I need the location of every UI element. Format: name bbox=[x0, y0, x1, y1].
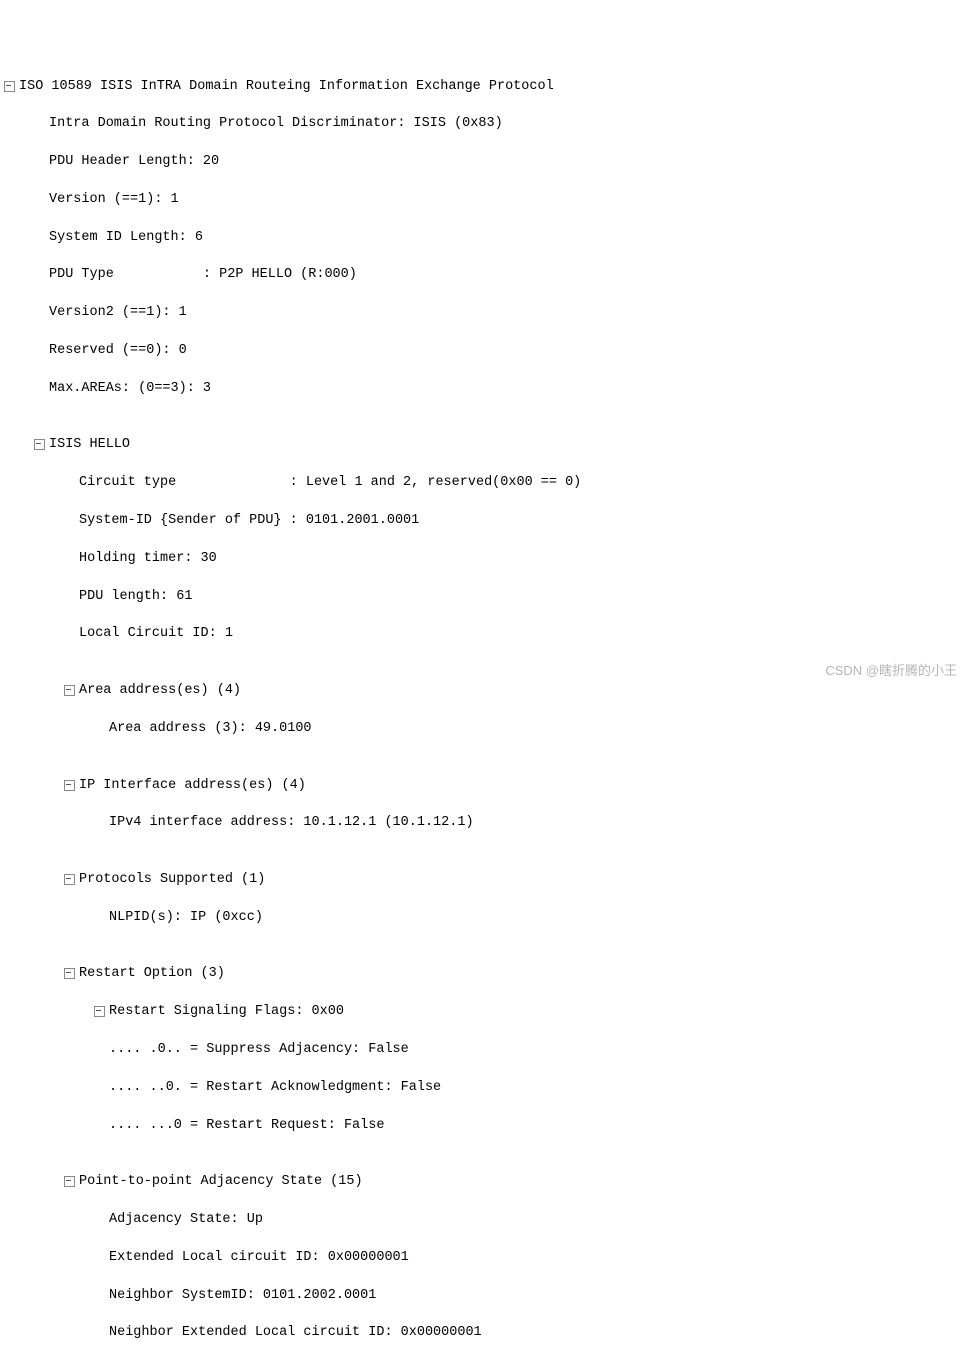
isis-hello-title: ISIS HELLO bbox=[49, 436, 130, 455]
tree-row-field[interactable]: Local Circuit ID: 1 bbox=[4, 625, 965, 644]
restart-option-title: Restart Option (3) bbox=[79, 965, 225, 984]
tree-row-ip-interface[interactable]: IP Interface address(es) (4) bbox=[4, 777, 965, 796]
tree-row-field[interactable]: Neighbor Extended Local circuit ID: 0x00… bbox=[4, 1324, 965, 1343]
restart-flags-title: Restart Signaling Flags: 0x00 bbox=[109, 1003, 344, 1022]
tree-row-p2p-adjacency[interactable]: Point-to-point Adjacency State (15) bbox=[4, 1173, 965, 1192]
field-nlpid: NLPID(s): IP (0xcc) bbox=[109, 909, 263, 928]
collapse-icon[interactable] bbox=[4, 81, 15, 92]
field-circuit-type: Circuit type : Level 1 and 2, reserved(0… bbox=[79, 474, 581, 493]
tree-row-field[interactable]: Holding timer: 30 bbox=[4, 550, 965, 569]
tree-row-field[interactable]: System-ID {Sender of PDU} : 0101.2001.00… bbox=[4, 512, 965, 531]
field-reserved: Reserved (==0): 0 bbox=[49, 342, 187, 361]
tree-row-isis-hello[interactable]: ISIS HELLO bbox=[4, 436, 965, 455]
field-version2: Version2 (==1): 1 bbox=[49, 304, 187, 323]
field-restart-request: .... ...0 = Restart Request: False bbox=[109, 1117, 384, 1136]
field-version: Version (==1): 1 bbox=[49, 191, 179, 210]
field-neighbor-ext-circuit: Neighbor Extended Local circuit ID: 0x00… bbox=[109, 1324, 482, 1343]
collapse-icon[interactable] bbox=[34, 439, 45, 450]
protocol-title: ISO 10589 ISIS InTRA Domain Routeing Inf… bbox=[19, 78, 554, 97]
tree-row-protocol-root[interactable]: ISO 10589 ISIS InTRA Domain Routeing Inf… bbox=[4, 78, 965, 97]
field-pdu-type: PDU Type : P2P HELLO (R:000) bbox=[49, 266, 357, 285]
tree-row-field[interactable]: PDU Header Length: 20 bbox=[4, 153, 965, 172]
field-sender-system-id: System-ID {Sender of PDU} : 0101.2001.00… bbox=[79, 512, 419, 531]
protocols-supported-title: Protocols Supported (1) bbox=[79, 871, 265, 890]
tree-row-field[interactable]: IPv4 interface address: 10.1.12.1 (10.1.… bbox=[4, 814, 965, 833]
field-pdu-header-length: PDU Header Length: 20 bbox=[49, 153, 219, 172]
tree-row-field[interactable]: Circuit type : Level 1 and 2, reserved(0… bbox=[4, 474, 965, 493]
field-neighbor-systemid: Neighbor SystemID: 0101.2002.0001 bbox=[109, 1287, 376, 1306]
collapse-icon[interactable] bbox=[64, 780, 75, 791]
tree-row-field[interactable]: Reserved (==0): 0 bbox=[4, 342, 965, 361]
field-system-id-length: System ID Length: 6 bbox=[49, 229, 203, 248]
field-suppress-adjacency: .... .0.. = Suppress Adjacency: False bbox=[109, 1041, 409, 1060]
field-local-circuit-id: Local Circuit ID: 1 bbox=[79, 625, 233, 644]
area-addresses-title: Area address(es) (4) bbox=[79, 682, 241, 701]
watermark: CSDN @瞎折腾的小王 bbox=[825, 662, 957, 680]
tree-row-field[interactable]: System ID Length: 6 bbox=[4, 229, 965, 248]
tree-row-field[interactable]: NLPID(s): IP (0xcc) bbox=[4, 909, 965, 928]
collapse-icon[interactable] bbox=[64, 968, 75, 979]
tree-row-field[interactable]: .... .0.. = Suppress Adjacency: False bbox=[4, 1041, 965, 1060]
field-ipv4-address: IPv4 interface address: 10.1.12.1 (10.1.… bbox=[109, 814, 474, 833]
collapse-icon[interactable] bbox=[94, 1006, 105, 1017]
tree-row-protocols-supported[interactable]: Protocols Supported (1) bbox=[4, 871, 965, 890]
tree-row-restart-flags[interactable]: Restart Signaling Flags: 0x00 bbox=[4, 1003, 965, 1022]
collapse-icon[interactable] bbox=[64, 874, 75, 885]
tree-row-field[interactable]: PDU length: 61 bbox=[4, 588, 965, 607]
field-pdu-length: PDU length: 61 bbox=[79, 588, 192, 607]
tree-row-field[interactable]: Extended Local circuit ID: 0x00000001 bbox=[4, 1249, 965, 1268]
tree-row-field[interactable]: Area address (3): 49.0100 bbox=[4, 720, 965, 739]
field-discriminator: Intra Domain Routing Protocol Discrimina… bbox=[49, 115, 503, 134]
collapse-icon[interactable] bbox=[64, 685, 75, 696]
tree-row-restart-option[interactable]: Restart Option (3) bbox=[4, 965, 965, 984]
field-restart-ack: .... ..0. = Restart Acknowledgment: Fals… bbox=[109, 1079, 441, 1098]
tree-row-field[interactable]: Intra Domain Routing Protocol Discrimina… bbox=[4, 115, 965, 134]
tree-row-field[interactable]: .... ...0 = Restart Request: False bbox=[4, 1117, 965, 1136]
tree-row-field[interactable]: .... ..0. = Restart Acknowledgment: Fals… bbox=[4, 1079, 965, 1098]
field-holding-timer: Holding timer: 30 bbox=[79, 550, 217, 569]
tree-row-field[interactable]: Max.AREAs: (0==3): 3 bbox=[4, 380, 965, 399]
tree-row-field[interactable]: Version2 (==1): 1 bbox=[4, 304, 965, 323]
ip-interface-title: IP Interface address(es) (4) bbox=[79, 777, 306, 796]
tree-row-field[interactable]: Adjacency State: Up bbox=[4, 1211, 965, 1230]
tree-row-field[interactable]: Neighbor SystemID: 0101.2002.0001 bbox=[4, 1287, 965, 1306]
field-max-areas: Max.AREAs: (0==3): 3 bbox=[49, 380, 211, 399]
tree-row-field[interactable]: PDU Type : P2P HELLO (R:000) bbox=[4, 266, 965, 285]
field-ext-local-circuit: Extended Local circuit ID: 0x00000001 bbox=[109, 1249, 409, 1268]
tree-row-area-addresses[interactable]: Area address(es) (4) bbox=[4, 682, 965, 701]
field-adjacency-state: Adjacency State: Up bbox=[109, 1211, 263, 1230]
collapse-icon[interactable] bbox=[64, 1176, 75, 1187]
tree-row-field[interactable]: Version (==1): 1 bbox=[4, 191, 965, 210]
p2p-adjacency-title: Point-to-point Adjacency State (15) bbox=[79, 1173, 363, 1192]
field-area-address: Area address (3): 49.0100 bbox=[109, 720, 312, 739]
